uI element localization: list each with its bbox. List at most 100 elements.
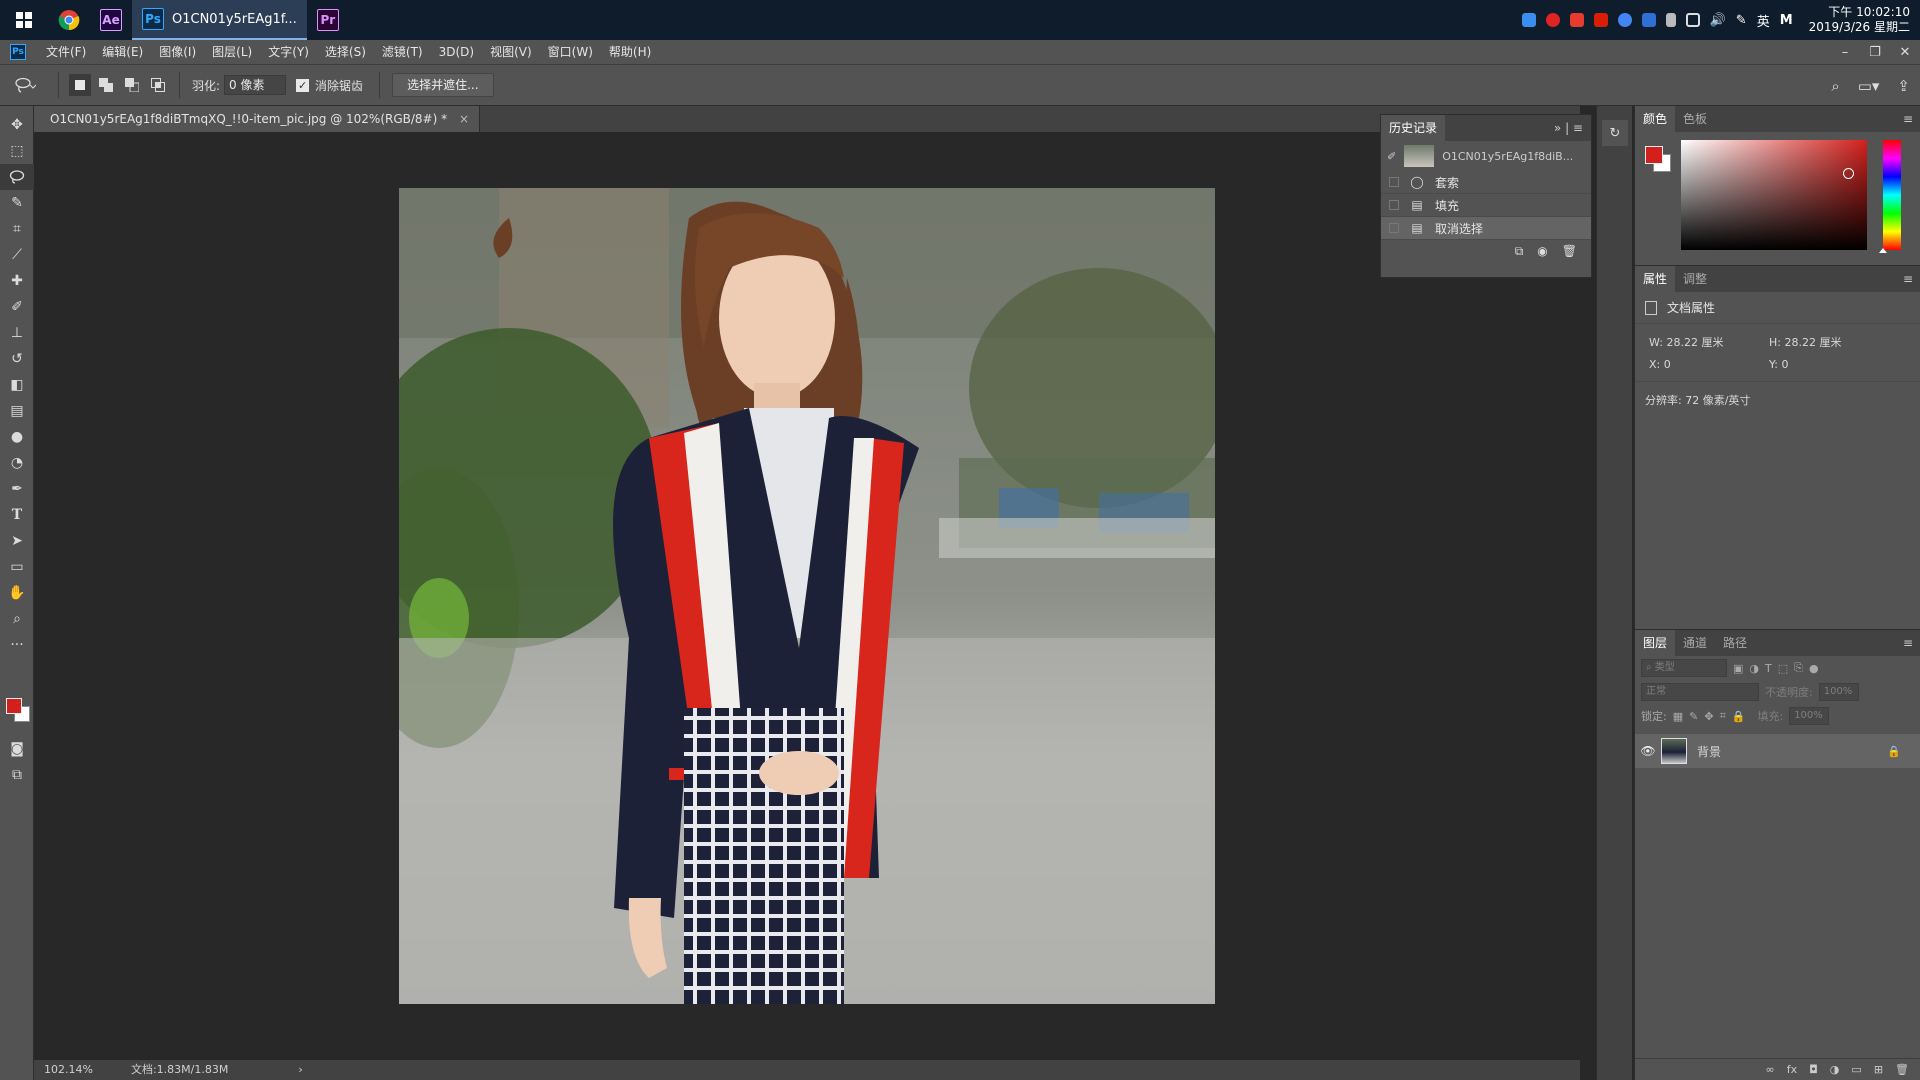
filter-adjustment-icon[interactable]: ◑ (1749, 662, 1759, 675)
marquee-tool-icon[interactable]: ⬚ (0, 138, 34, 164)
panel-menu-icon[interactable]: » | ≡ (1554, 115, 1583, 141)
menu-help[interactable]: 帮助(H) (601, 40, 659, 64)
history-brush-checkbox[interactable] (1389, 177, 1399, 187)
snapshot-camera-icon[interactable]: ◉ (1537, 244, 1547, 258)
lock-artboard-icon[interactable]: ⌗ (1720, 709, 1726, 723)
layer-row-background[interactable]: 👁 背景 🔒 (1635, 734, 1920, 768)
x-field[interactable]: X: 0 (1649, 358, 1769, 371)
more-tools-icon[interactable]: ··· (0, 632, 34, 658)
rectangle-tool-icon[interactable]: ▭ (0, 554, 34, 580)
chrome-tray-icon[interactable] (1617, 13, 1632, 27)
layer-name[interactable]: 背景 (1697, 743, 1721, 760)
document-close-icon[interactable]: × (459, 112, 469, 126)
gradient-tool-icon[interactable]: ▤ (0, 398, 34, 424)
tool-preset-picker[interactable] (0, 77, 50, 93)
search-icon[interactable]: ⌕ (1831, 77, 1839, 95)
menu-window[interactable]: 窗口(W) (540, 40, 601, 64)
eyedropper-tool-icon[interactable]: ⟋ (0, 242, 34, 268)
eraser-tool-icon[interactable]: ◧ (0, 372, 34, 398)
zoom-level[interactable]: 102.14% (34, 1060, 103, 1080)
select-and-mask-button[interactable]: 选择并遮住... (392, 73, 494, 97)
add-selection-button[interactable] (95, 74, 117, 96)
document-tab[interactable]: O1CN01y5rEAg1f8diBTmqXQ_!!0-item_pic.jpg… (34, 106, 480, 132)
quick-selection-tool-icon[interactable]: ✎ (0, 190, 34, 216)
antialias-checkbox[interactable]: ✓ (296, 78, 310, 92)
workspace-icon[interactable]: ▭▾ (1858, 77, 1880, 95)
lock-transparency-icon[interactable]: ▦ (1673, 710, 1683, 723)
lock-position-icon[interactable]: ✥ (1704, 710, 1713, 723)
menu-layer[interactable]: 图层(L) (204, 40, 260, 64)
history-state-fill[interactable]: ▤ 填充 (1381, 194, 1591, 217)
menu-select[interactable]: 选择(S) (317, 40, 374, 64)
menu-filter[interactable]: 滤镜(T) (374, 40, 431, 64)
taskbar-photoshop[interactable]: Ps O1CN01y5rEAg1f... (132, 0, 307, 40)
adjustment-layer-icon[interactable]: ◑ (1830, 1063, 1840, 1076)
tab-properties[interactable]: 属性 (1635, 266, 1676, 292)
crop-tool-icon[interactable]: ⌗ (0, 216, 34, 242)
fill-input[interactable]: 100% (1789, 707, 1830, 725)
path-selection-tool-icon[interactable]: ➤ (0, 528, 34, 554)
share-icon[interactable]: ⇪ (1897, 77, 1910, 95)
foreground-color-swatch[interactable] (6, 698, 22, 714)
hand-tool-icon[interactable]: ✋ (0, 580, 34, 606)
opacity-input[interactable]: 100% (1818, 683, 1859, 701)
tab-swatches[interactable]: 色板 (1675, 106, 1715, 132)
menu-file[interactable]: 文件(F) (38, 40, 94, 64)
history-brush-source-icon[interactable]: ✐ (1387, 150, 1396, 163)
blur-tool-icon[interactable]: ● (0, 424, 34, 450)
delete-layer-icon[interactable]: 🗑 (1895, 1063, 1909, 1076)
healing-brush-tool-icon[interactable]: ✚ (0, 268, 34, 294)
tab-color[interactable]: 颜色 (1635, 106, 1676, 132)
type-tool-icon[interactable]: T (0, 502, 34, 528)
new-group-icon[interactable]: ▭ (1851, 1063, 1861, 1076)
system-clock[interactable]: 下午 10:02:10 2019/3/26 星期二 (1809, 5, 1910, 35)
move-tool-icon[interactable]: ✥ (0, 112, 34, 138)
hue-slider-marker[interactable] (1879, 248, 1887, 253)
menu-view[interactable]: 视图(V) (482, 40, 540, 64)
color-picker-cursor[interactable] (1843, 168, 1854, 179)
dodge-tool-icon[interactable]: ◔ (0, 450, 34, 476)
history-panel-icon[interactable]: ↻ (1602, 120, 1628, 146)
menu-3d[interactable]: 3D(D) (431, 40, 482, 64)
tab-history[interactable]: 历史记录 (1381, 115, 1446, 141)
history-snapshot[interactable]: ✐ O1CN01y5rEAg1f8diB... (1381, 141, 1591, 171)
brush-tool-icon[interactable]: ✐ (0, 294, 34, 320)
history-state-deselect[interactable]: ▤ 取消选择 (1381, 217, 1591, 240)
blend-mode-select[interactable]: 正常 (1641, 683, 1759, 701)
feather-input[interactable]: 0 像素 (224, 75, 287, 95)
tray-app-icon[interactable] (1521, 13, 1536, 27)
new-document-from-state-icon[interactable]: ⧉ (1515, 244, 1524, 259)
close-icon[interactable]: ✕ (1890, 40, 1920, 64)
restore-icon[interactable]: ❐ (1860, 40, 1890, 64)
color-picker-field[interactable] (1681, 140, 1867, 250)
ime-indicator[interactable]: 英 (1757, 11, 1770, 30)
history-state-lasso[interactable]: ◯ 套索 (1381, 171, 1591, 194)
canvas-area[interactable] (34, 132, 1580, 1060)
status-menu-arrow[interactable]: › (238, 1060, 312, 1080)
filter-smart-object-icon[interactable]: ⎘ (1794, 661, 1803, 675)
lock-all-icon[interactable]: 🔒 (1732, 710, 1746, 723)
color-foreground-swatch[interactable] (1645, 146, 1663, 164)
pen-icon[interactable]: ✎ (1736, 13, 1747, 28)
pen-tool-icon[interactable]: ✒ (0, 476, 34, 502)
intersect-selection-button[interactable] (147, 74, 169, 96)
hue-slider[interactable] (1883, 140, 1901, 250)
filter-toggle-icon[interactable]: ● (1809, 662, 1819, 675)
panel-menu-icon[interactable]: ≡ (1903, 266, 1913, 292)
weibo-icon[interactable] (1545, 13, 1560, 27)
panel-menu-icon[interactable]: ≡ (1903, 630, 1913, 656)
menu-type[interactable]: 文字(Y) (260, 40, 317, 64)
network-icon[interactable] (1685, 13, 1700, 27)
filter-pixel-icon[interactable]: ▣ (1733, 662, 1743, 675)
windows-start-button[interactable] (0, 0, 48, 40)
lock-pixels-icon[interactable]: ✎ (1689, 710, 1698, 723)
zoom-tool-icon[interactable]: ⌕ (0, 606, 34, 632)
layer-style-icon[interactable]: fx (1787, 1063, 1797, 1076)
link-layers-icon[interactable]: ∞ (1766, 1063, 1775, 1076)
tab-adjustments[interactable]: 调整 (1675, 266, 1715, 292)
add-mask-icon[interactable]: ◘ (1809, 1063, 1818, 1076)
height-field[interactable]: H: 28.22 厘米 (1769, 334, 1889, 350)
taskbar-premiere[interactable]: Pr (307, 0, 349, 40)
lasso-tool-icon[interactable] (0, 164, 34, 190)
filter-shape-icon[interactable]: ⬚ (1778, 662, 1788, 675)
